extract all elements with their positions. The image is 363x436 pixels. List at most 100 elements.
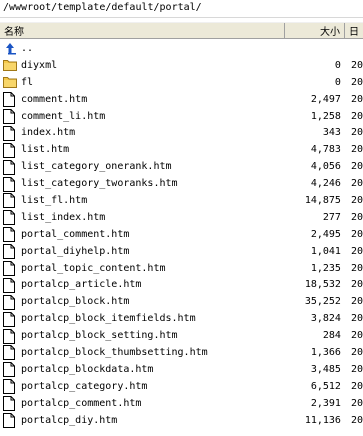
- file-row[interactable]: list_fl.htm 14,875 20: [0, 192, 363, 209]
- row-date: 20: [350, 211, 363, 223]
- file-row[interactable]: portal_topic_content.htm 1,235 20: [0, 260, 363, 277]
- file-row[interactable]: comment_li.htm 1,258 20: [0, 108, 363, 125]
- row-name: portalcp_block_itemfields.htm: [21, 313, 196, 325]
- row-name-cell: diyxml: [0, 58, 285, 72]
- file-icon: [3, 159, 17, 175]
- file-row[interactable]: portalcp_block_setting.htm 284 20: [0, 327, 363, 344]
- row-name-cell: comment_li.htm: [0, 109, 285, 124]
- row-name-cell: portalcp_category.htm: [0, 379, 285, 395]
- file-icon: [3, 311, 17, 327]
- file-row[interactable]: portalcp_article.htm 18,532 20: [0, 276, 363, 293]
- row-name: list_category_onerank.htm: [21, 161, 172, 173]
- file-row[interactable]: index.htm 343 20: [0, 124, 363, 141]
- column-size-label: 大小: [320, 27, 340, 38]
- file-icon: [3, 125, 17, 141]
- row-date: 20: [350, 330, 363, 342]
- file-icon: [3, 142, 17, 158]
- row-name: portalcp_category.htm: [21, 380, 148, 392]
- row-name-cell: portalcp_diy.htm: [0, 413, 285, 429]
- file-icon: [3, 227, 17, 243]
- file-row[interactable]: portalcp_block_itemfields.htm 3,824 20: [0, 310, 363, 327]
- row-size: 3,824: [310, 313, 341, 325]
- file-row[interactable]: portalcp_diy.htm 11,136 20: [0, 412, 363, 429]
- column-name-header[interactable]: 名称: [0, 23, 285, 38]
- row-size: 2,391: [310, 397, 341, 409]
- row-name-cell: index.htm: [0, 125, 285, 141]
- row-size: 4,783: [310, 144, 341, 156]
- row-size: 14,875: [304, 194, 341, 206]
- column-date-header[interactable]: 日: [345, 23, 363, 38]
- row-name: portalcp_article.htm: [21, 279, 142, 291]
- folder-row[interactable]: diyxml 0 20: [0, 57, 363, 74]
- row-date: 20: [350, 127, 363, 139]
- file-icon: [3, 109, 17, 124]
- row-name-cell: comment.htm: [0, 92, 285, 108]
- row-name-cell: portalcp_block_setting.htm: [0, 328, 285, 344]
- row-size: 2,497: [310, 93, 341, 105]
- row-size: 0: [334, 59, 341, 71]
- file-icon: [3, 277, 17, 293]
- file-row[interactable]: portalcp_blockdata.htm 3,485 20: [0, 361, 363, 378]
- file-icon: [3, 92, 17, 108]
- row-name-cell: portalcp_block.htm: [0, 294, 285, 310]
- row-name: list.htm: [21, 144, 70, 156]
- row-name-cell: portalcp_article.htm: [0, 277, 285, 293]
- file-row[interactable]: portal_comment.htm 2,495 20: [0, 226, 363, 243]
- file-icon: [3, 176, 17, 192]
- row-date: 20: [350, 93, 363, 105]
- file-icon: [3, 328, 17, 344]
- row-name: portalcp_diy.htm: [21, 414, 118, 426]
- row-name-cell: portal_topic_content.htm: [0, 261, 285, 277]
- row-size: 11,136: [304, 414, 341, 426]
- column-size-header[interactable]: 大小: [285, 23, 345, 38]
- row-name-cell: list_category_onerank.htm: [0, 159, 285, 175]
- parent-dir-row[interactable]: ..: [0, 40, 363, 57]
- row-name: diyxml: [21, 59, 58, 71]
- file-list: .. diyxml 0 20 fl 0 20 comment.htm 2,497 20 commen…: [0, 40, 363, 429]
- file-row[interactable]: portalcp_category.htm 6,512 20: [0, 378, 363, 395]
- file-icon: [3, 294, 17, 310]
- row-size: 3,485: [310, 363, 341, 375]
- row-date: 20: [350, 279, 363, 291]
- row-name-cell: portalcp_block_thumbsetting.htm: [0, 345, 285, 361]
- file-icon: [3, 413, 17, 429]
- row-name: comment_li.htm: [21, 110, 106, 122]
- file-row[interactable]: portalcp_comment.htm 2,391 20: [0, 395, 363, 412]
- row-name-cell: fl: [0, 75, 285, 89]
- file-icon: [3, 244, 17, 260]
- folder-row[interactable]: fl 0 20: [0, 74, 363, 91]
- row-name-cell: portalcp_comment.htm: [0, 396, 285, 412]
- row-name: portalcp_blockdata.htm: [21, 363, 154, 375]
- row-name: list_index.htm: [21, 211, 106, 223]
- up-folder-icon: [3, 41, 17, 55]
- row-date: 20: [350, 262, 363, 274]
- path-bar[interactable]: /wwwroot/template/default/portal/: [0, 0, 363, 18]
- row-name: index.htm: [21, 127, 76, 139]
- row-size: 4,056: [310, 161, 341, 173]
- row-name-cell: portal_diyhelp.htm: [0, 244, 285, 260]
- row-name-cell: list_fl.htm: [0, 193, 285, 209]
- row-date: 20: [350, 194, 363, 206]
- row-date: 20: [350, 363, 363, 375]
- file-icon: [3, 362, 17, 378]
- file-icon: [3, 210, 17, 226]
- file-row[interactable]: portal_diyhelp.htm 1,041 20: [0, 243, 363, 260]
- row-name-cell: portalcp_blockdata.htm: [0, 362, 285, 378]
- file-row[interactable]: list_category_onerank.htm 4,056 20: [0, 158, 363, 175]
- file-row[interactable]: portalcp_block_thumbsetting.htm 1,366 20: [0, 344, 363, 361]
- file-row[interactable]: list_index.htm 277 20: [0, 209, 363, 226]
- row-name: comment.htm: [21, 93, 88, 105]
- row-size: 6,512: [310, 380, 341, 392]
- row-name: portalcp_block_thumbsetting.htm: [21, 346, 208, 358]
- row-date: 20: [350, 245, 363, 257]
- row-size: 1,041: [310, 245, 341, 257]
- row-name-cell: list_index.htm: [0, 210, 285, 226]
- file-icon: [3, 396, 17, 412]
- row-name-cell: ..: [0, 41, 285, 55]
- row-date: 20: [350, 110, 363, 122]
- file-row[interactable]: comment.htm 2,497 20: [0, 91, 363, 108]
- file-row[interactable]: list.htm 4,783 20: [0, 141, 363, 158]
- file-row[interactable]: list_category_tworanks.htm 4,246 20: [0, 175, 363, 192]
- row-size: 1,366: [310, 346, 341, 358]
- file-row[interactable]: portalcp_block.htm 35,252 20: [0, 293, 363, 310]
